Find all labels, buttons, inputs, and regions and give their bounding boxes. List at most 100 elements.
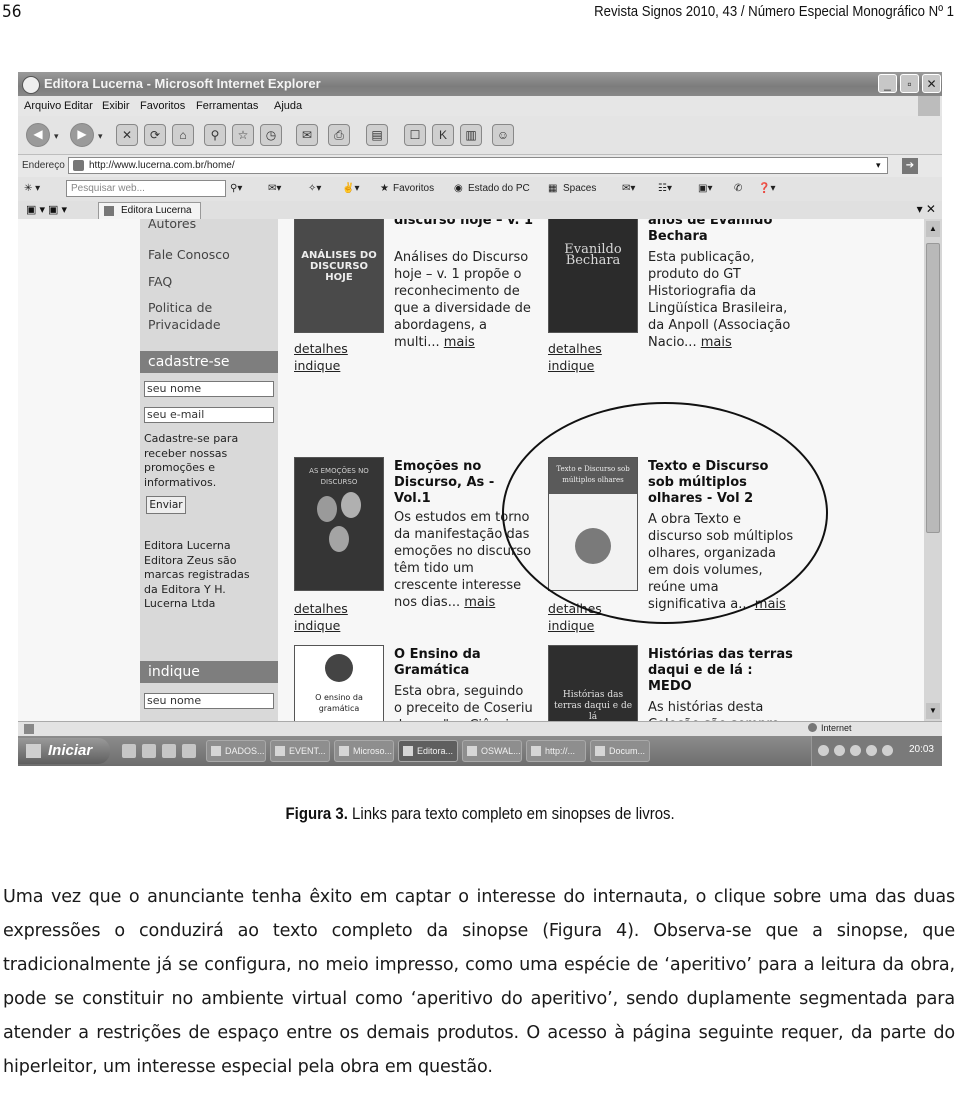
tab-editora-lucerna[interactable]: Editora Lucerna	[98, 202, 201, 219]
signup-send-button[interactable]: Enviar	[146, 496, 186, 514]
tray-update-icon[interactable]	[882, 745, 893, 756]
taskbar-item-active[interactable]: Editora...	[398, 740, 458, 762]
sidebar-link-privacy[interactable]: Politica de Privacidade	[148, 299, 248, 333]
book-title[interactable]: anos de Evanildo Bechara	[648, 219, 798, 245]
taskbar-item[interactable]: EVENT...	[270, 740, 330, 762]
book-cover[interactable]: Histórias das terras daqui e de lá	[548, 645, 638, 721]
toolbar-settings-icon[interactable]: ✧▾	[308, 183, 321, 194]
refresh-icon[interactable]: ⟳	[144, 124, 166, 146]
tray-network-icon[interactable]	[818, 745, 829, 756]
discuss-icon[interactable]: ☐	[404, 124, 426, 146]
search-go-icon[interactable]: ⚲▾	[230, 183, 242, 194]
quicklaunch-desktop-icon[interactable]	[122, 744, 136, 758]
menu-editar[interactable]: Editar	[64, 100, 93, 112]
menu-arquivo[interactable]: Arquivo	[24, 100, 61, 112]
forward-dropdown-icon[interactable]: ▾	[98, 131, 103, 142]
messenger-buddy-icon[interactable]: ☺	[492, 124, 514, 146]
book-recommend-link[interactable]: indique	[294, 358, 340, 373]
book-title[interactable]: O Ensino da Gramática	[394, 647, 534, 679]
scroll-up-icon[interactable]: ▲	[926, 221, 940, 237]
recommend-name-input[interactable]: seu nome	[144, 693, 274, 709]
toolbar-mail2-icon[interactable]: ✉▾	[622, 183, 635, 194]
mail-icon[interactable]: ✉	[296, 124, 318, 146]
back-dropdown-icon[interactable]: ▾	[54, 131, 59, 142]
book-recommend-link[interactable]: indique	[294, 618, 340, 633]
stop-icon[interactable]: ✕	[116, 124, 138, 146]
taskbar-item[interactable]: Docum...	[590, 740, 650, 762]
signup-name-input[interactable]: seu nome	[144, 381, 274, 397]
favorites-icon[interactable]: ☆	[232, 124, 254, 146]
book-recommend-link[interactable]: indique	[548, 618, 594, 633]
menu-exibir[interactable]: Exibir	[102, 100, 130, 112]
vertical-scrollbar[interactable]: ▲ ▼	[924, 219, 942, 721]
book-title[interactable]: Texto e Discurso sob múltiplos olhares -…	[648, 459, 798, 507]
book-details-link[interactable]: detalhes	[548, 601, 602, 616]
toolbar-help-icon[interactable]: ❓▾	[758, 183, 775, 194]
book-details-link[interactable]: detalhes	[294, 601, 348, 616]
sidebar-link-autores[interactable]: Autores	[148, 219, 196, 231]
toolbar-people-icon[interactable]: ☷▾	[658, 183, 672, 194]
book-more-link[interactable]: mais	[464, 595, 495, 610]
sidebar-link-faq[interactable]: FAQ	[148, 274, 172, 289]
toolbar-favorites-link[interactable]: Favoritos	[393, 183, 434, 194]
menu-ajuda[interactable]: Ajuda	[274, 100, 302, 112]
quicklaunch-ie-icon[interactable]	[142, 744, 156, 758]
book-cover[interactable]: Texto e Discurso sob múltiplos olhares	[548, 457, 638, 591]
system-tray: 20:03	[811, 736, 942, 766]
book-more-link[interactable]: mais	[701, 335, 732, 350]
forward-icon[interactable]: ▶	[70, 123, 94, 147]
book-cover[interactable]: O ensino da gramática	[294, 645, 384, 721]
web-search-input[interactable]: Pesquisar web...	[66, 180, 226, 197]
print-icon[interactable]: ⎙	[328, 124, 350, 146]
tray-volume-icon[interactable]	[850, 745, 861, 756]
book-more-link[interactable]: mais	[444, 335, 475, 350]
edit-icon[interactable]: ▤	[366, 124, 388, 146]
scroll-down-icon[interactable]: ▼	[926, 703, 940, 719]
book-title[interactable]: Histórias das terras daqui e de lá : MED…	[648, 647, 798, 695]
toolbar-butterfly-icon[interactable]: ✌▾	[342, 183, 359, 194]
research-icon[interactable]: ▥	[460, 124, 482, 146]
toolbar-spaces-link[interactable]: Spaces	[563, 183, 596, 194]
book-details-link[interactable]: detalhes	[548, 341, 602, 356]
taskbar-item[interactable]: OSWAL...	[462, 740, 522, 762]
maximize-icon[interactable]: ▫	[900, 74, 919, 93]
book-cover[interactable]: AS EMOÇÕES NO DISCURSO	[294, 457, 384, 591]
signup-email-input[interactable]: seu e-mail	[144, 407, 274, 423]
go-arrow-icon[interactable]: ➔	[902, 158, 918, 174]
toolbar-mail-icon[interactable]: ✉▾	[268, 183, 281, 194]
address-dropdown-icon[interactable]: ▾	[876, 160, 881, 171]
book-title[interactable]: discurso hoje – v. 1	[394, 219, 534, 229]
history-icon[interactable]: ◷	[260, 124, 282, 146]
book-title[interactable]: Emoções no Discurso, As - Vol.1	[394, 459, 534, 507]
book-details-link[interactable]: detalhes	[294, 341, 348, 356]
minimize-icon[interactable]: _	[878, 74, 897, 93]
home-icon[interactable]: ⌂	[172, 124, 194, 146]
book-more-link[interactable]: mais	[755, 597, 786, 612]
menu-ferramentas[interactable]: Ferramentas	[196, 100, 258, 112]
toolbar-calendar-icon[interactable]: ▣▾	[698, 183, 712, 194]
book-cover[interactable]: ANÁLISES DO DISCURSO HOJE	[294, 219, 384, 333]
toolbar-mobile-icon[interactable]: ✆	[734, 183, 742, 194]
tray-messenger-icon[interactable]	[866, 745, 877, 756]
messenger-icon[interactable]: K	[432, 124, 454, 146]
close-icon[interactable]: ✕	[922, 74, 941, 93]
quicklaunch-media-icon[interactable]	[162, 744, 176, 758]
book-recommend-link[interactable]: indique	[548, 358, 594, 373]
quicklaunch-folder-icon[interactable]	[182, 744, 196, 758]
sidebar-link-fale-conosco[interactable]: Fale Conosco	[148, 247, 230, 262]
back-icon[interactable]: ◀	[26, 123, 50, 147]
start-button[interactable]: Iniciar	[18, 738, 110, 764]
search-icon[interactable]: ⚲	[204, 124, 226, 146]
tab-close-icon[interactable]: ▾ ✕	[917, 202, 936, 216]
tray-shield-icon[interactable]	[834, 745, 845, 756]
book-cover[interactable]: Evanildo Bechara	[548, 219, 638, 333]
menu-favoritos[interactable]: Favoritos	[140, 100, 185, 112]
quick-tabs-icon[interactable]: ▣ ▾ ▣ ▾	[26, 203, 67, 216]
browser-screenshot-figure: Editora Lucerna - Microsoft Internet Exp…	[18, 72, 942, 766]
address-input[interactable]: http://www.lucerna.com.br/home/	[68, 157, 888, 174]
taskbar-item[interactable]: http://...	[526, 740, 586, 762]
taskbar-item[interactable]: DADOS...	[206, 740, 266, 762]
scroll-thumb[interactable]	[926, 243, 940, 533]
toolbar-pc-status-link[interactable]: Estado do PC	[468, 183, 530, 194]
taskbar-item[interactable]: Microso...	[334, 740, 394, 762]
